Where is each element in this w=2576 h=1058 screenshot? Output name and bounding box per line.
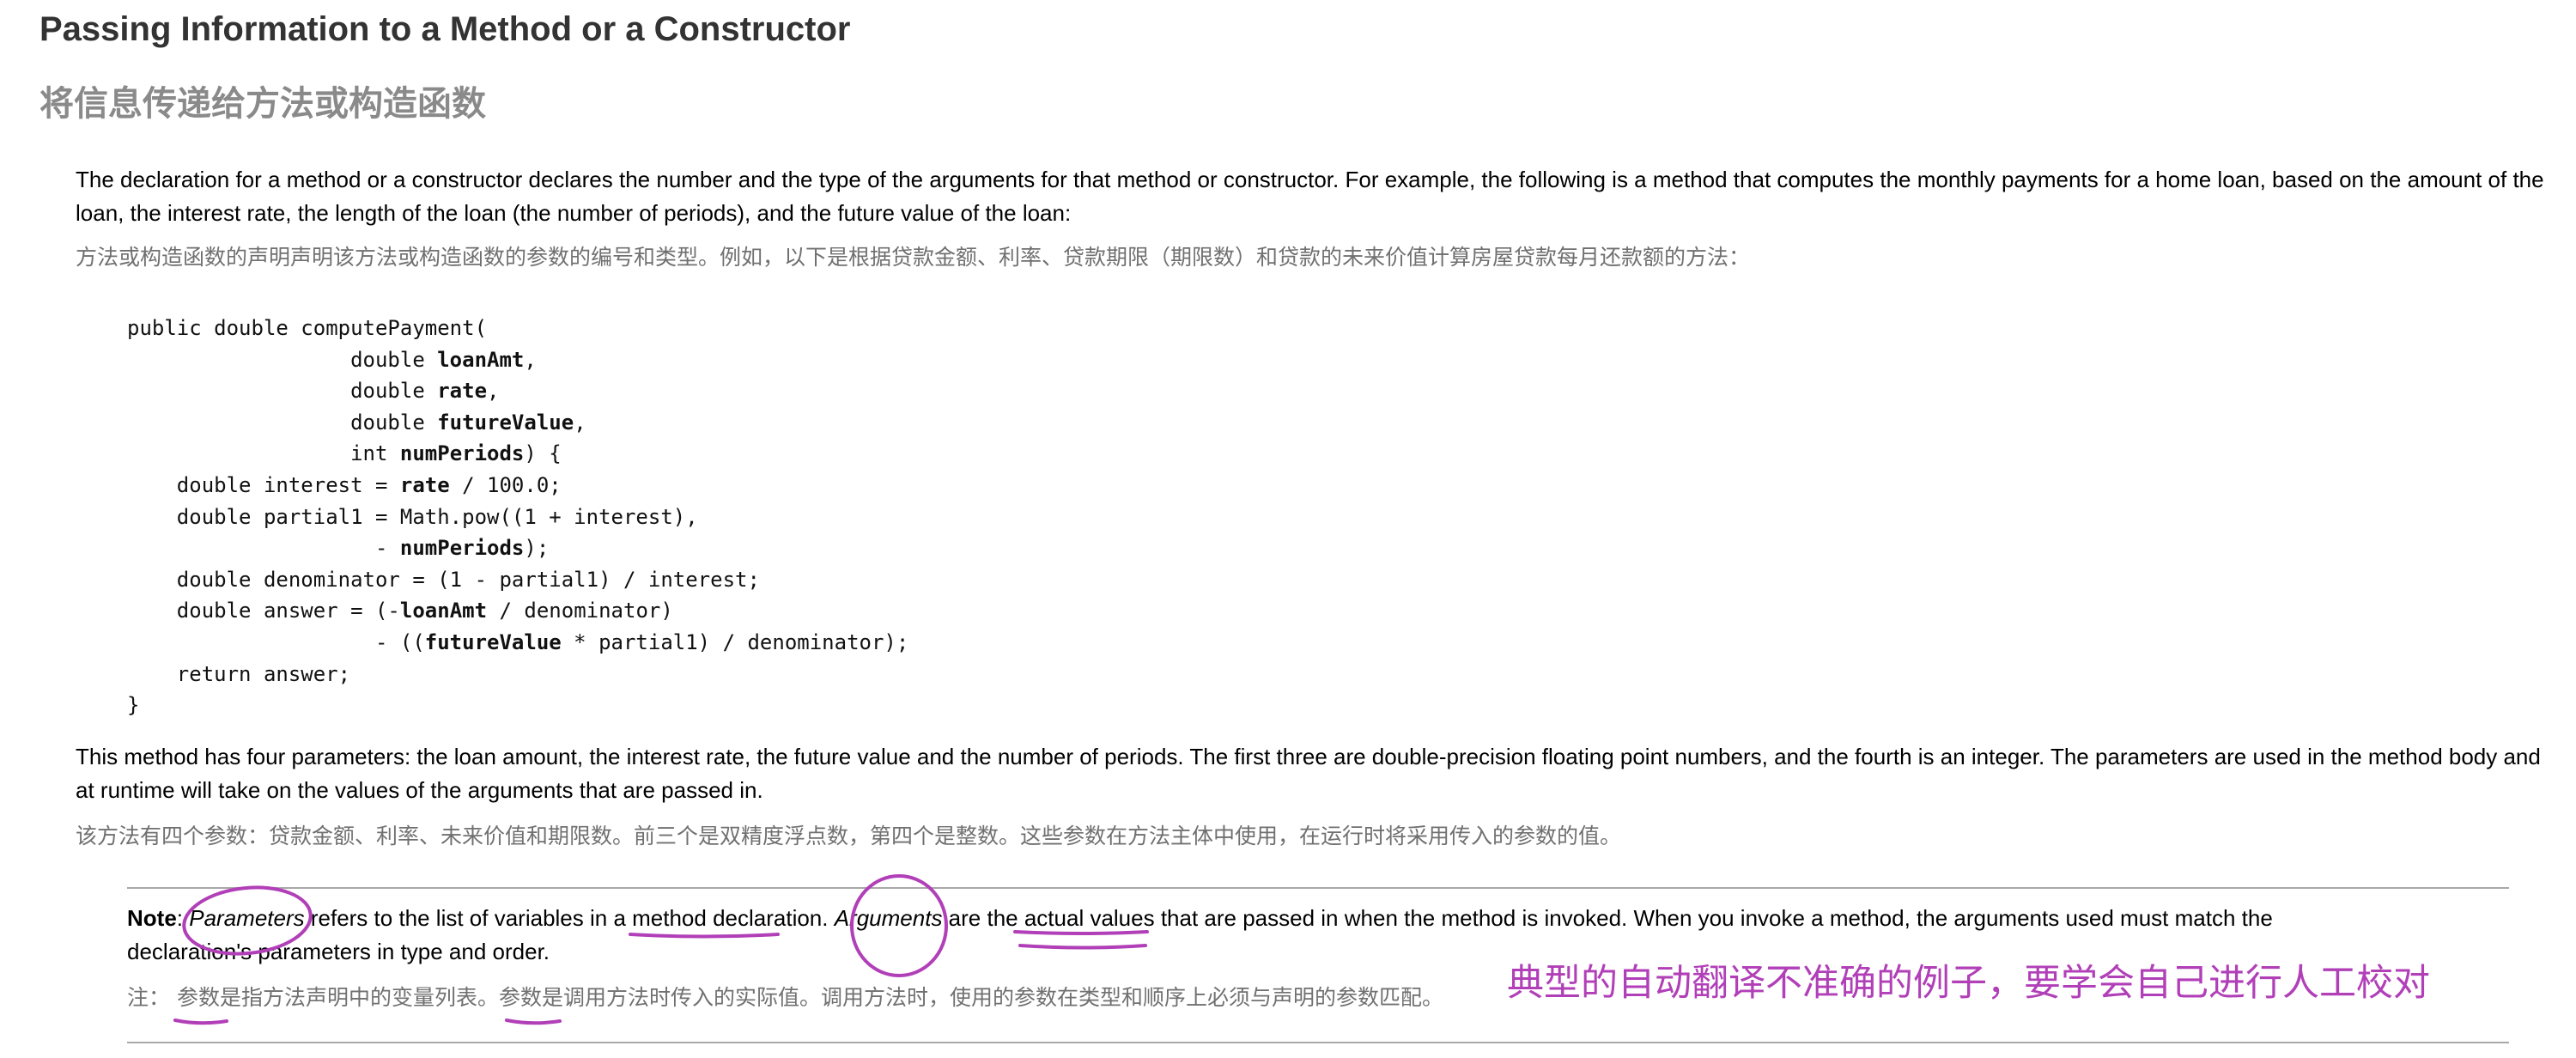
explanation-paragraph-translation: 该方法有四个参数：贷款金额、利率、未来价值和期限数。前三个是双精度浮点数，第四个… xyxy=(76,824,1622,848)
code-token: double denominator = (1 - partial1) / in… xyxy=(127,567,760,592)
code-parameter-token: numPeriods xyxy=(399,441,525,466)
code-parameter-token: futureValue xyxy=(437,410,574,435)
code-token: } xyxy=(127,693,140,718)
note-label: Note xyxy=(127,905,177,931)
code-line: int numPeriods) { xyxy=(127,441,562,465)
code-line: double futureValue, xyxy=(127,410,586,435)
note-text-1: refers to the list of variables in a met… xyxy=(304,905,835,931)
code-line: double partial1 = Math.pow((1 + interest… xyxy=(127,505,698,529)
parameters-term: Parameters xyxy=(189,905,305,931)
code-token: , xyxy=(487,379,500,404)
code-line: return answer; xyxy=(127,662,350,686)
code-line: double loanAmt, xyxy=(127,348,537,372)
code-token: double interest = xyxy=(127,472,400,497)
page-title-translation: 将信息传递给方法或构造函数 xyxy=(39,84,486,124)
code-line: - numPeriods); xyxy=(127,536,549,560)
code-parameter-token: numPeriods xyxy=(399,536,525,561)
code-parameter-token: loanAmt xyxy=(437,347,525,372)
code-token: int xyxy=(127,441,400,466)
code-token: return answer; xyxy=(127,661,351,686)
code-token: double partial1 = Math.pow((1 + interest… xyxy=(127,504,698,529)
code-parameter-token: rate xyxy=(399,472,450,497)
code-parameter-token: loanAmt xyxy=(399,599,488,623)
code-line: double interest = rate / 100.0; xyxy=(127,473,562,497)
arguments-term: Arguments xyxy=(834,905,943,931)
handwritten-annotation: 典型的自动翻译不准确的例子，要学会自己进行人工校对 xyxy=(1507,962,2430,1005)
code-token: double answer = (- xyxy=(127,599,400,623)
code-line: double answer = (-loanAmt / denominator) xyxy=(127,599,673,623)
note-divider-top xyxy=(127,887,2509,889)
code-token: , xyxy=(524,347,537,372)
doc-page: Passing Information to a Method or a Con… xyxy=(0,0,2576,1058)
intro-paragraph: The declaration for a method or a constr… xyxy=(76,167,2544,226)
intro-paragraph-translation: 方法或构造函数的声明声明该方法或构造函数的参数的编号和类型。例如，以下是根据贷款… xyxy=(76,245,1751,270)
code-line: double rate, xyxy=(127,379,499,403)
code-line: double denominator = (1 - partial1) / in… xyxy=(127,568,760,592)
note-divider-bottom xyxy=(127,1042,2509,1043)
code-token: double xyxy=(127,347,438,372)
explanation-paragraph: This method has four parameters: the loa… xyxy=(76,744,2541,803)
page-title: Passing Information to a Method or a Con… xyxy=(39,10,851,48)
code-token: / 100.0; xyxy=(449,472,562,497)
code-token: double xyxy=(127,379,438,404)
code-token: - (( xyxy=(127,629,425,654)
note-translation: 注： 参数是指方法声明中的变量列表。参数是调用方法时传入的实际值。调用方法时，使… xyxy=(127,985,1443,1010)
code-token: , xyxy=(574,410,586,435)
underline-parameters-zh-1 xyxy=(173,1018,228,1025)
note-separator: : xyxy=(176,905,190,931)
code-line: - ((futureValue * partial1) / denominato… xyxy=(127,630,908,654)
code-token: ); xyxy=(524,536,550,561)
code-token: - xyxy=(127,536,400,561)
code-parameter-token: futureValue xyxy=(424,629,562,654)
code-line: } xyxy=(127,693,139,717)
underline-parameters-zh-2 xyxy=(505,1018,562,1025)
code-line: public double computePayment( xyxy=(127,316,487,340)
code-block: public double computePayment( double loa… xyxy=(127,313,908,721)
code-token: public double computePayment( xyxy=(127,316,488,340)
code-token: * partial1) / denominator); xyxy=(561,629,909,654)
code-token: ) { xyxy=(524,441,562,466)
code-parameter-token: rate xyxy=(437,379,488,404)
code-token: double xyxy=(127,410,438,435)
code-token: / denominator) xyxy=(487,599,673,623)
